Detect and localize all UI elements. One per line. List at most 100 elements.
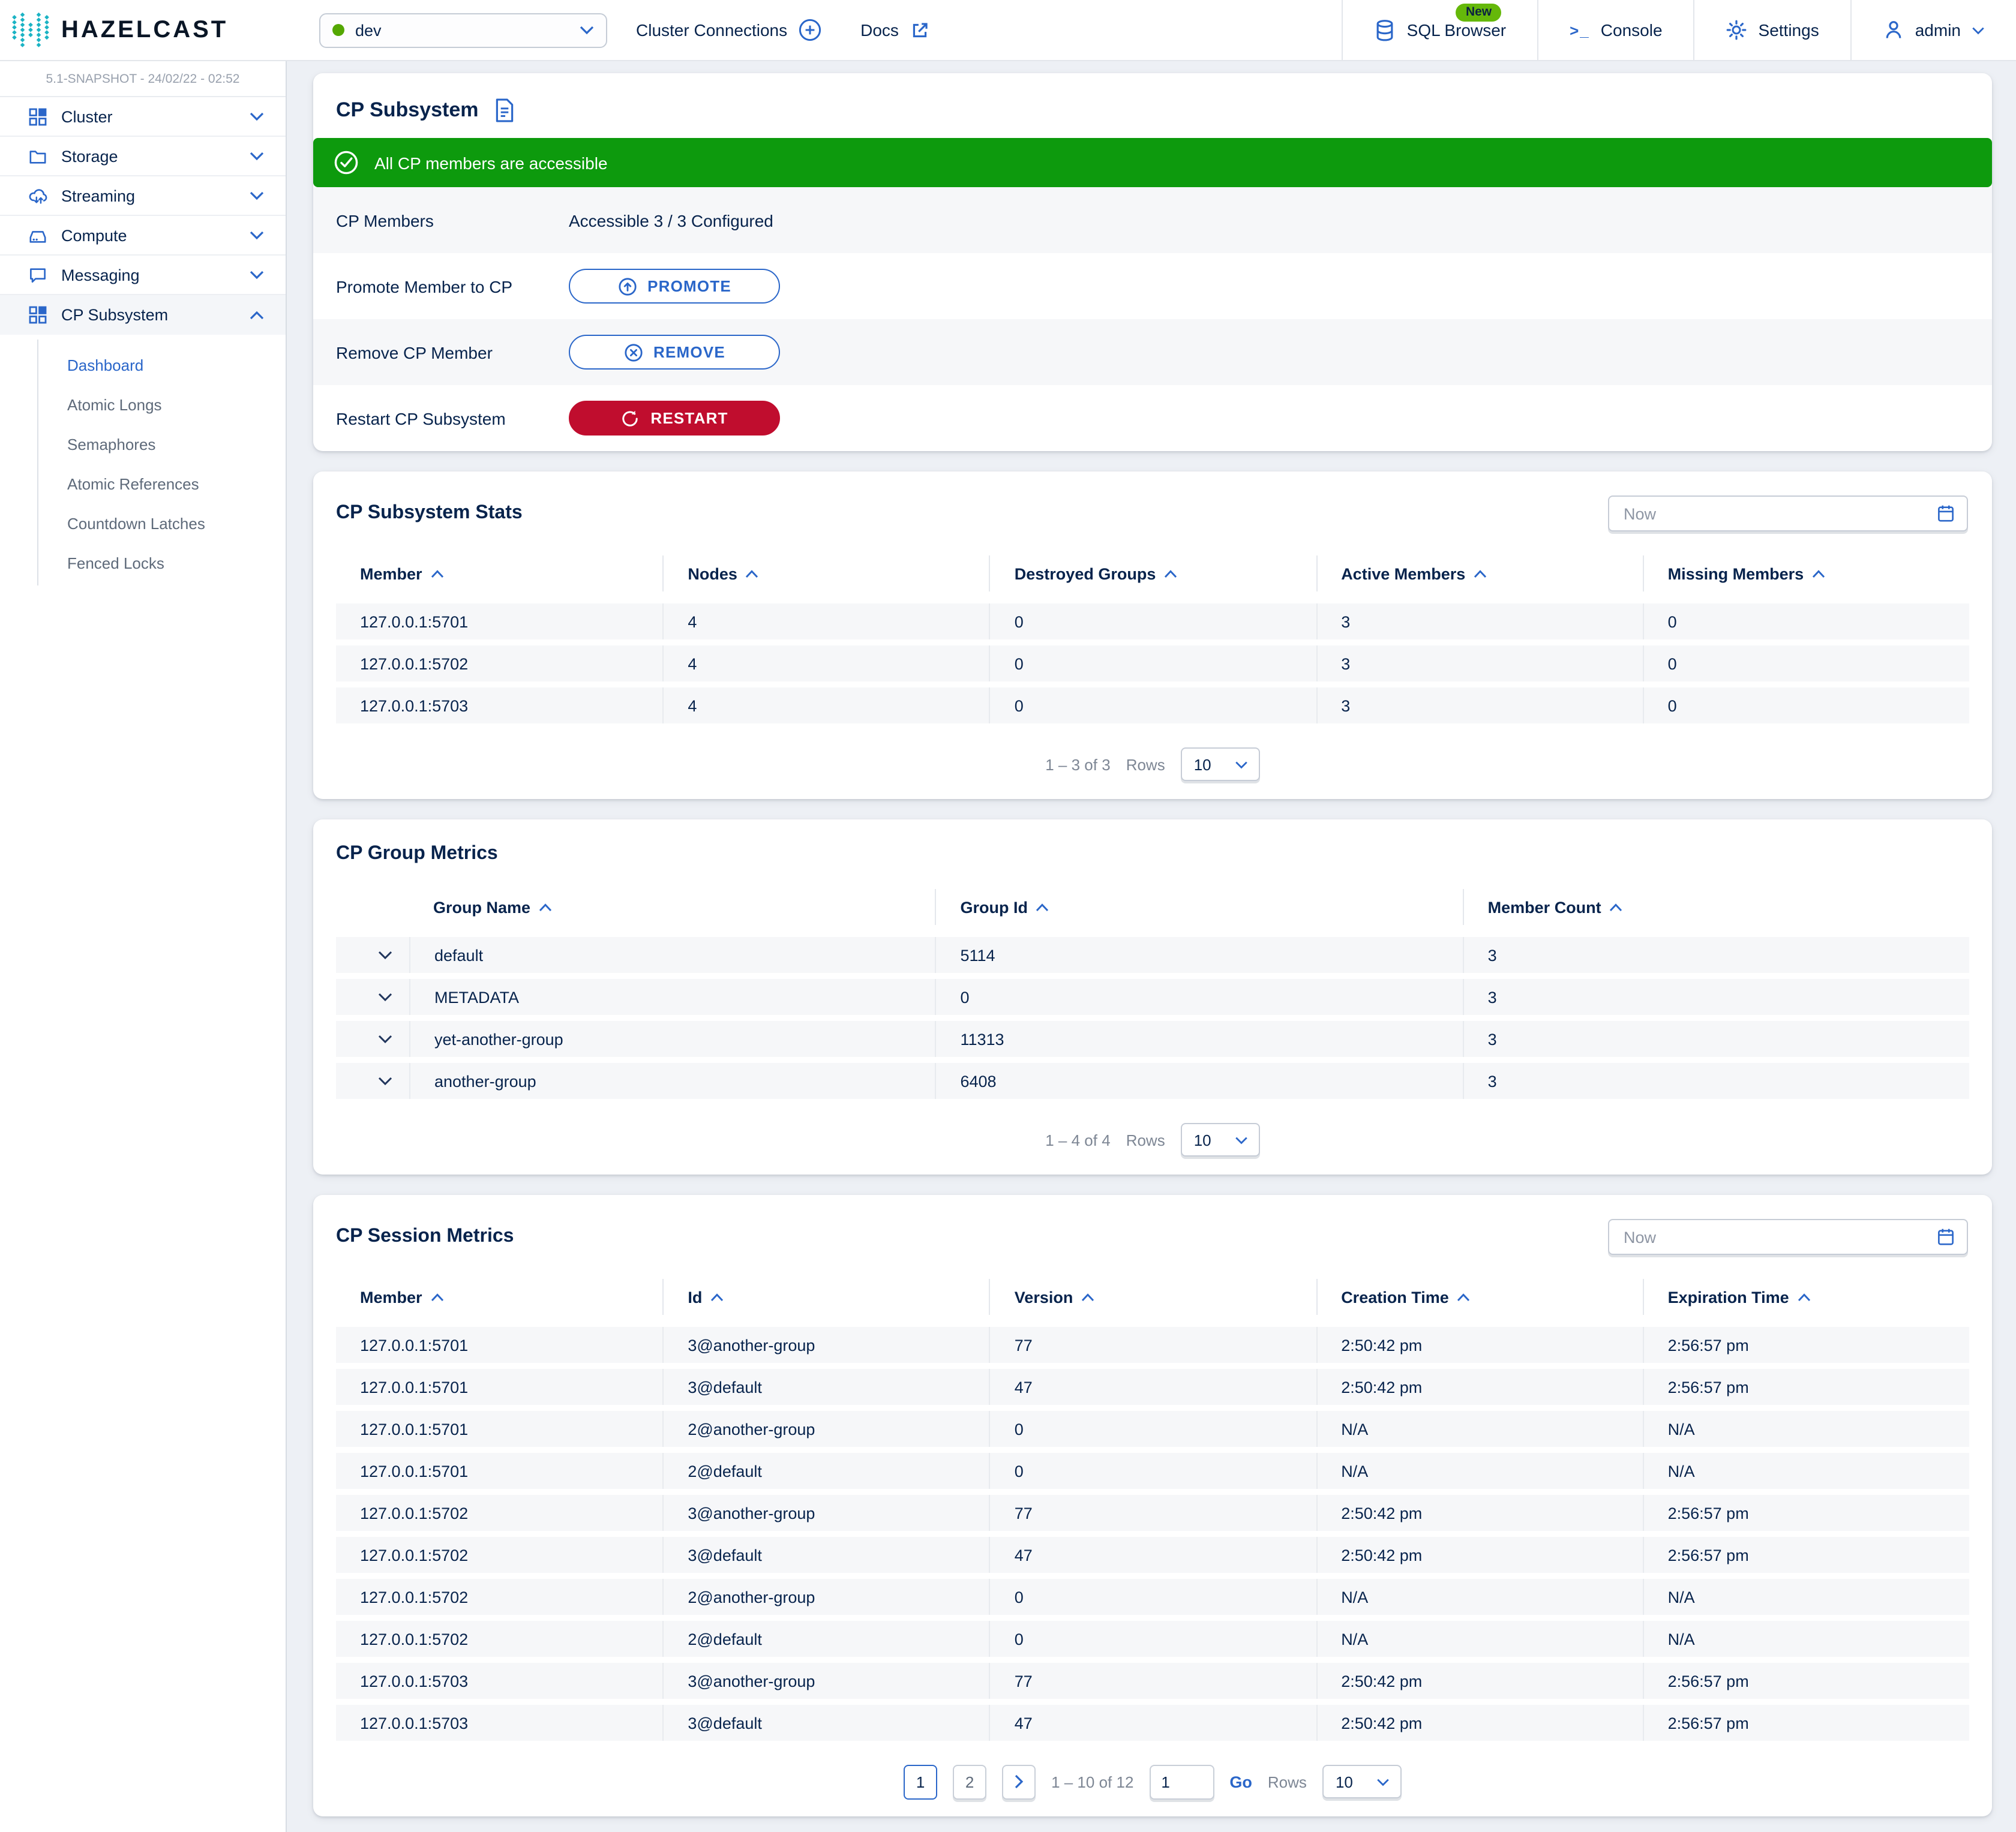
- sidebar-item-semaphores[interactable]: Semaphores: [0, 425, 286, 464]
- sql-browser-label: SQL Browser: [1407, 20, 1506, 40]
- row-expander[interactable]: [336, 937, 409, 973]
- rows-per-page-select[interactable]: 10: [1181, 747, 1260, 781]
- chevron-right-icon: [1014, 1774, 1024, 1789]
- settings-button[interactable]: Settings: [1694, 0, 1850, 60]
- table-row: 127.0.0.1:57033@default472:50:42 pm2:56:…: [336, 1705, 1969, 1741]
- stats-table-header: Member Nodes Destroyed Groups Active Mem…: [336, 555, 1969, 591]
- sidebar-item-cluster[interactable]: Cluster: [0, 97, 286, 137]
- sessions-sort-version[interactable]: Version: [989, 1279, 1316, 1315]
- table-row: 127.0.0.1:57012@default0N/AN/A: [336, 1453, 1969, 1489]
- cp-group-metrics-card: CP Group Metrics Group Name Group Id Mem…: [313, 819, 1992, 1175]
- sidebar-item-atomic-longs[interactable]: Atomic Longs: [0, 385, 286, 425]
- promote-button-label: PROMOTE: [647, 277, 731, 295]
- row-expander[interactable]: [336, 1021, 409, 1057]
- user-menu[interactable]: admin: [1850, 0, 2016, 60]
- docs-link[interactable]: Docs: [860, 20, 930, 40]
- rows-per-page-select[interactable]: 10: [1322, 1765, 1402, 1798]
- chevron-down-icon: [580, 25, 594, 35]
- row-expander[interactable]: [336, 979, 409, 1015]
- sidebar-item-fenced-locks[interactable]: Fenced Locks: [0, 543, 286, 583]
- version-label: 5.1-SNAPSHOT - 24/02/22 - 02:52: [0, 61, 286, 97]
- sessions-sort-creation-time[interactable]: Creation Time: [1316, 1279, 1642, 1315]
- chevron-down-icon: [377, 950, 392, 960]
- sidebar-item-label: Compute: [61, 226, 127, 244]
- cp-subsystem-stats-card: CP Subsystem Stats Now Member Nodes Dest…: [313, 471, 1992, 799]
- sessions-sort-id[interactable]: Id: [662, 1279, 989, 1315]
- table-row: 127.0.0.1:57012@another-group0N/AN/A: [336, 1411, 1969, 1447]
- rows-label: Rows: [1126, 755, 1165, 773]
- stats-sort-member[interactable]: Member: [336, 555, 662, 591]
- stats-sort-active-members[interactable]: Active Members: [1316, 555, 1642, 591]
- go-button[interactable]: Go: [1229, 1773, 1252, 1791]
- sidebar-item-storage[interactable]: Storage: [0, 137, 286, 176]
- sidebar-item-countdown-latches[interactable]: Countdown Latches: [0, 504, 286, 543]
- chevron-down-icon: [377, 992, 392, 1002]
- row-expander[interactable]: [336, 1063, 409, 1099]
- sort-asc-icon: [1610, 903, 1623, 911]
- next-page-button[interactable]: [1002, 1764, 1036, 1799]
- range-label: 1 – 3 of 3: [1045, 755, 1110, 773]
- table-row: 127.0.0.1:57023@another-group772:50:42 p…: [336, 1495, 1969, 1531]
- sort-asc-icon: [1474, 569, 1487, 578]
- page-1-button[interactable]: 1: [904, 1764, 937, 1799]
- grid-icon: [29, 306, 48, 324]
- sort-asc-icon: [1164, 569, 1177, 578]
- table-row: 127.0.0.1:57033@another-group772:50:42 p…: [336, 1663, 1969, 1699]
- page-number-input[interactable]: [1149, 1764, 1214, 1799]
- main-content: CP Subsystem All CP members are accessib…: [288, 61, 2016, 1816]
- sidebar-item-atomic-references[interactable]: Atomic References: [0, 464, 286, 504]
- groups-sort-member-count[interactable]: Member Count: [1463, 889, 1969, 925]
- groups-pagination: 1 – 4 of 4 Rows 10: [313, 1105, 1992, 1175]
- chevron-down-icon: [1235, 1136, 1248, 1144]
- expander-header: [336, 889, 409, 925]
- table-row: yet-another-group113133: [336, 1021, 1969, 1057]
- groups-sort-name[interactable]: Group Name: [409, 889, 935, 925]
- rows-per-page-select[interactable]: 10: [1181, 1123, 1260, 1157]
- cp-members-value: Accessible 3 / 3 Configured: [569, 211, 773, 230]
- sql-browser-button[interactable]: New SQL Browser: [1342, 0, 1537, 60]
- sidebar-item-streaming[interactable]: Streaming: [0, 176, 286, 216]
- app: HAZELCAST dev Cluster Connections Docs: [0, 0, 2016, 1832]
- sessions-sort-expiration-time[interactable]: Expiration Time: [1643, 1279, 1969, 1315]
- sidebar-item-label: Storage: [61, 147, 118, 165]
- sessions-sort-member[interactable]: Member: [336, 1279, 662, 1315]
- stats-sort-nodes[interactable]: Nodes: [662, 555, 989, 591]
- sort-asc-icon: [431, 1293, 444, 1301]
- promote-button[interactable]: PROMOTE: [569, 269, 780, 304]
- sort-asc-icon: [431, 569, 444, 578]
- sessions-time-filter[interactable]: Now: [1608, 1219, 1968, 1255]
- restart-button[interactable]: RESTART: [569, 401, 780, 436]
- user-icon: [1883, 19, 1904, 41]
- page-2-button[interactable]: 2: [953, 1764, 986, 1799]
- cp-members-label: CP Members: [336, 211, 569, 230]
- new-badge: New: [1456, 4, 1501, 21]
- groups-sort-id[interactable]: Group Id: [935, 889, 1462, 925]
- table-row: 127.0.0.1:57022@another-group0N/AN/A: [336, 1579, 1969, 1615]
- sidebar-item-dashboard[interactable]: Dashboard: [0, 346, 286, 385]
- cloud-sync-icon: [29, 187, 48, 205]
- stats-sort-missing-members[interactable]: Missing Members: [1643, 555, 1969, 591]
- sessions-title: CP Session Metrics: [336, 1226, 514, 1248]
- table-row: 127.0.0.1:57013@default472:50:42 pm2:56:…: [336, 1369, 1969, 1405]
- refresh-icon: [620, 409, 640, 428]
- range-label: 1 – 4 of 4: [1045, 1131, 1110, 1149]
- doc-icon[interactable]: [494, 98, 514, 122]
- stats-sort-destroyed-groups[interactable]: Destroyed Groups: [989, 555, 1316, 591]
- chevron-down-icon: [250, 270, 264, 280]
- cluster-connections-link[interactable]: Cluster Connections: [636, 18, 822, 42]
- sidebar-item-cp-subsystem[interactable]: CP Subsystem: [0, 295, 286, 335]
- groups-title: CP Group Metrics: [336, 843, 498, 865]
- sidebar-item-messaging[interactable]: Messaging: [0, 256, 286, 295]
- user-label: admin: [1915, 20, 1961, 40]
- cp-subsystem-submenu: Dashboard Atomic Longs Semaphores Atomic…: [0, 335, 286, 595]
- sidebar-item-compute[interactable]: Compute: [0, 216, 286, 256]
- stats-time-filter[interactable]: Now: [1608, 495, 1968, 531]
- sort-asc-icon: [1457, 1293, 1471, 1301]
- chevron-down-icon: [377, 1034, 392, 1044]
- table-row: 127.0.0.1:57034030: [336, 687, 1969, 723]
- remove-button[interactable]: REMOVE: [569, 335, 780, 370]
- remove-row: Remove CP Member REMOVE: [313, 319, 1992, 385]
- console-button[interactable]: >_ Console: [1537, 0, 1693, 60]
- cluster-select[interactable]: dev: [319, 13, 607, 47]
- console-icon: >_: [1570, 21, 1590, 39]
